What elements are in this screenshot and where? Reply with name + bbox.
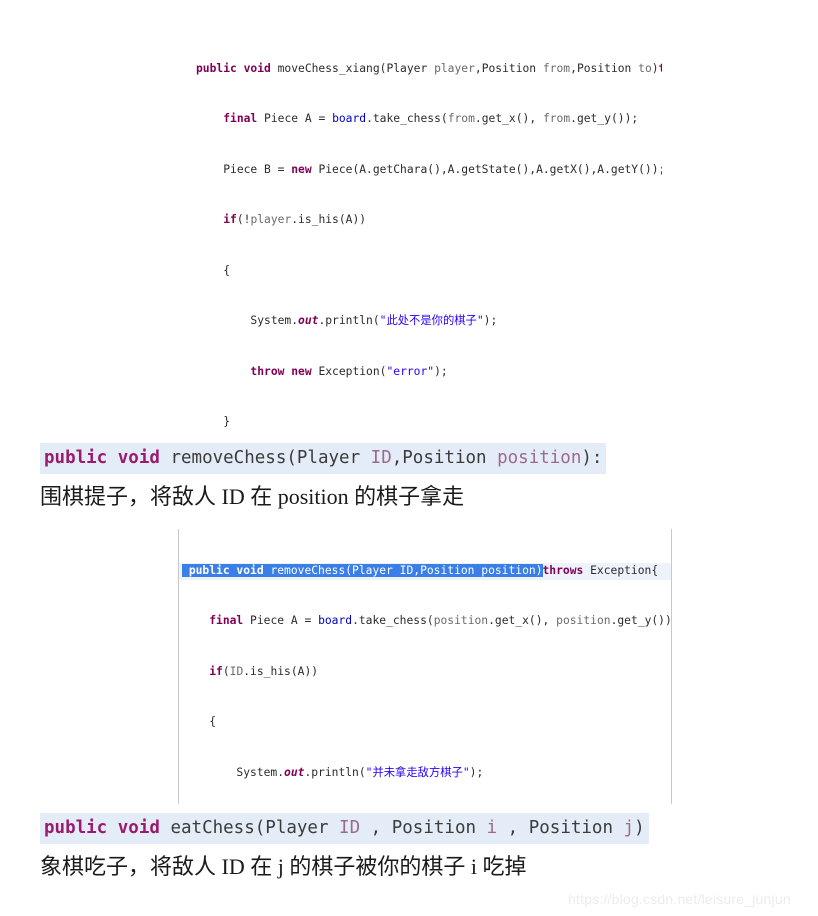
code-line: } [223,415,231,429]
code-block-remove-chess: |public void removeChess(Player ID,Posit… [178,529,672,804]
code-line: public void moveChess_xiang(Player playe… [196,61,662,75]
code-line: Piece B = new Piece(A.getChara(),A.getSt… [223,162,662,176]
signature-separator-1: , Position [360,818,487,838]
signature-keyword-public: public [44,448,108,468]
signature-param-i: i [486,818,498,838]
signature-method-name: removeChess(Player [170,448,371,468]
signature-eat-chess: public void eatChess(Player ID , Positio… [40,813,649,844]
signature-keyword-void: void [117,818,160,838]
signature-param-id: ID [370,448,392,468]
code-line: { [223,263,231,277]
code-line: System.out.println("并未拿走敌方棋子"); [236,765,484,779]
document-page: public void moveChess_xiang(Player playe… [0,0,818,916]
description-remove-chess: 围棋提子，将敌人 ID 在 position 的棋子拿走 [40,484,465,509]
code-line-selected: |public void removeChess(Player ID,Posit… [179,562,671,580]
code-block-move-chess-xiang: public void moveChess_xiang(Player playe… [196,27,662,437]
watermark: https://blog.csdn.net/leisure_junjun [568,891,791,907]
signature-tail: ) [634,818,645,838]
description-eat-chess: 象棋吃子，将敌人 ID 在 j 的棋子被你的棋子 i 吃掉 [40,854,527,879]
signature-method-name: eatChess(Player [170,818,340,838]
signature-param-position: position [497,448,582,468]
code-line: System.out.println("此处不是你的棋子"); [250,314,498,328]
code-line: if(ID.is_his(A)) [209,664,319,678]
signature-separator: ,Position [391,448,498,468]
code-line: throw new Exception("error"); [250,364,448,378]
signature-param-id: ID [339,818,361,838]
code-line: { [209,715,217,729]
signature-param-j: j [623,818,635,838]
signature-remove-chess: public void removeChess(Player ID,Positi… [40,443,607,474]
signature-keyword-public: public [44,818,108,838]
code-line: final Piece A = board.take_chess(from.ge… [223,112,639,126]
code-line: final Piece A = board.take_chess(positio… [209,614,672,628]
code-line: if(!player.is_his(A)) [223,213,367,227]
signature-tail: ): [581,448,603,468]
signature-keyword-void: void [117,448,160,468]
signature-separator-2: , Position [497,818,624,838]
